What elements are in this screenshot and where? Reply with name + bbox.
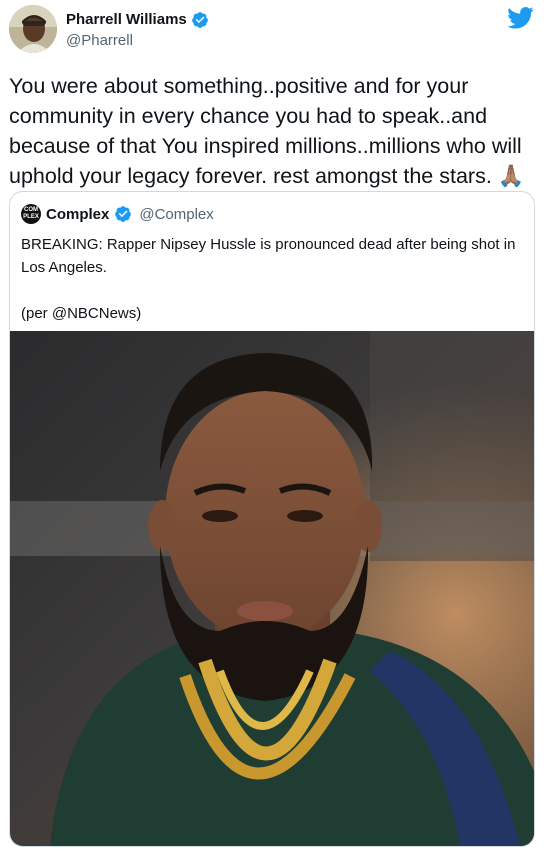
verified-badge-icon [115, 206, 132, 222]
quoted-avatar-text-1: COM [24, 207, 38, 213]
author-block: Pharrell Williams @Pharrell [66, 11, 209, 51]
quoted-author-avatar[interactable]: COM PLEX [21, 204, 41, 224]
verified-badge-icon [191, 12, 208, 28]
quoted-tweet-header: COM PLEX Complex @Complex [21, 204, 214, 224]
quoted-text-line-2: (per @NBCNews) [21, 305, 142, 322]
quoted-author-name[interactable]: Complex [46, 206, 109, 223]
author-handle[interactable]: @Pharrell [66, 31, 209, 51]
quoted-author-handle[interactable]: @Complex [139, 206, 213, 223]
tweet-card: Pharrell Williams @Pharrell You were abo… [0, 0, 550, 852]
author-avatar[interactable] [9, 5, 57, 53]
quoted-avatar-text-2: PLEX [23, 214, 39, 220]
author-name[interactable]: Pharrell Williams [66, 11, 187, 29]
quoted-tweet-text: BREAKING: Rapper Nipsey Hussle is pronou… [21, 233, 521, 325]
portrait-photo-icon[interactable] [10, 331, 534, 846]
twitter-bird-icon[interactable] [507, 6, 534, 30]
quoted-text-line-1: BREAKING: Rapper Nipsey Hussle is pronou… [21, 236, 516, 276]
quoted-tweet[interactable]: COM PLEX Complex @Complex BREAKING: Rapp… [9, 191, 535, 847]
tweet-text: You were about something..positive and f… [9, 74, 525, 188]
profile-photo-icon [9, 5, 57, 53]
